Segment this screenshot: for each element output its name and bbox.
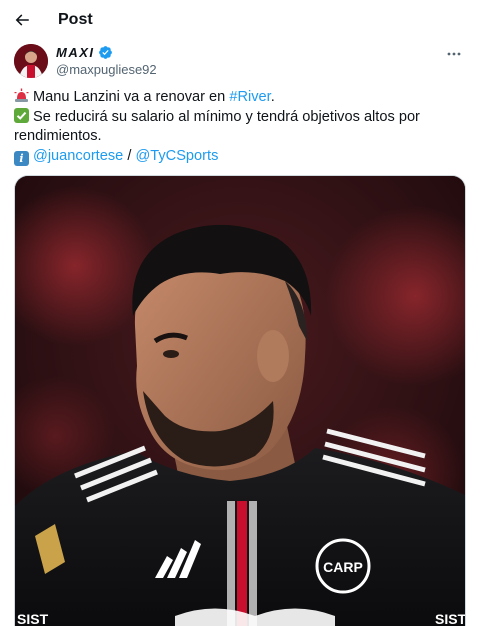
tweet-media-image[interactable]: CARP SIST SIST [14,175,466,626]
hashtag-link[interactable]: #River [229,89,270,105]
tweet-text-segment: Se reducirá su salario al mínimo y tendr… [14,108,420,145]
more-horizontal-icon [447,52,461,56]
tweet-line-2: Se reducirá su salario al mínimo y tendr… [14,107,466,147]
arrow-left-icon [15,14,29,26]
name-row: MAXI [56,45,113,60]
tweet-text-segment: Manu Lanzini va a renovar en [33,89,230,105]
tweet-text-segment: . [270,89,275,105]
tweet-text-segment: / [123,147,136,164]
rotating-light-icon [14,88,29,103]
tweet-line-3: i @juancortese / @TyCSports [14,147,466,167]
tweet-text: Manu Lanzini va a renovar en #River. Se … [14,88,466,166]
avatar[interactable] [14,44,48,78]
information-icon: i [14,150,29,166]
mention-link[interactable]: @juancortese [33,148,123,164]
tweet-line-1: Manu Lanzini va a renovar en #River. [14,88,466,108]
player-photo: CARP SIST SIST [15,176,466,626]
page-title: Post [58,11,93,28]
verified-badge-icon [98,45,113,60]
check-mark-button-icon [14,107,29,123]
tweet-author: MAXI @maxpugliese92 [14,44,466,80]
display-name[interactable]: MAXI [56,45,95,60]
author-handle[interactable]: @maxpugliese92 [56,62,157,77]
more-options-button[interactable] [444,46,464,62]
shirt-text-left: SIST [17,611,49,626]
top-bar: Post [0,0,480,40]
shirt-text-right: SIST [435,611,466,626]
back-button[interactable] [10,6,34,34]
mention-link[interactable]: @TyCSports [135,148,218,164]
crest-text: CARP [323,559,363,575]
